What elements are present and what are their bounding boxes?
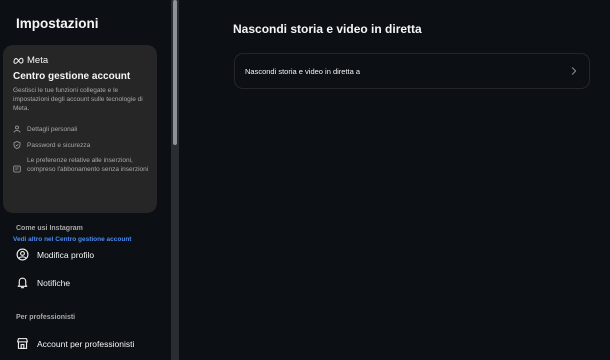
shop-icon — [16, 337, 29, 350]
accounts-center-card[interactable]: Meta Centro gestione account Gestisci le… — [3, 45, 157, 243]
card-item-personal-details[interactable]: Dettagli personali — [13, 125, 151, 134]
sidebar-item-label: Account per professionisti — [37, 338, 135, 349]
sidebar-item-label: Notifiche — [37, 277, 71, 288]
profile-icon — [16, 248, 29, 261]
card-item-ad-preferences[interactable]: Le preferenze relative alle inserzioni, … — [13, 156, 151, 174]
sidebar-item-label: Modifica profilo — [37, 249, 95, 260]
card-item-label: Dettagli personali — [27, 126, 78, 133]
ad-icon — [13, 165, 21, 173]
person-icon — [13, 125, 21, 133]
card-item-password-security[interactable]: Password e sicurezza — [13, 141, 151, 150]
card-item-label: Le preferenze relative alle inserzioni, … — [27, 157, 149, 173]
option-label: Nascondi storia e video in diretta a — [245, 66, 361, 76]
section-label-professionals: Per professionisti — [16, 314, 76, 321]
sidebar: Impostazioni Meta Centro gestione accoun… — [0, 0, 170, 360]
main-panel: Nascondi storia e video in diretta Nasco… — [180, 0, 610, 360]
settings-app: Impostazioni Meta Centro gestione accoun… — [0, 0, 610, 360]
sidebar-item-notifications[interactable]: Notifiche — [16, 276, 70, 289]
meta-logo-icon — [13, 57, 24, 64]
sidebar-scrollbar-thumb[interactable] — [173, 0, 177, 145]
bell-icon — [16, 276, 29, 289]
accounts-center-description: Gestisci le tue funzioni collegate e le … — [13, 87, 143, 112]
section-label-instagram: Come usi Instagram — [16, 225, 83, 232]
card-item-label: Password e sicurezza — [27, 142, 91, 149]
meta-brand-label: Meta — [27, 55, 49, 66]
chevron-right-icon — [571, 67, 577, 75]
page-title: Nascondi storia e video in diretta — [233, 22, 422, 36]
sidebar-title: Impostazioni — [16, 16, 99, 31]
shield-icon — [13, 141, 21, 149]
accounts-center-link[interactable]: Vedi altro nel Centro gestione account — [13, 236, 131, 243]
sidebar-item-professional-account[interactable]: Account per professionisti — [16, 337, 134, 350]
sidebar-item-edit-profile[interactable]: Modifica profilo — [16, 248, 94, 261]
meta-logo: Meta — [13, 55, 48, 66]
accounts-center-title: Centro gestione account — [13, 71, 131, 82]
hide-story-from-row[interactable]: Nascondi storia e video in diretta a — [234, 53, 590, 89]
